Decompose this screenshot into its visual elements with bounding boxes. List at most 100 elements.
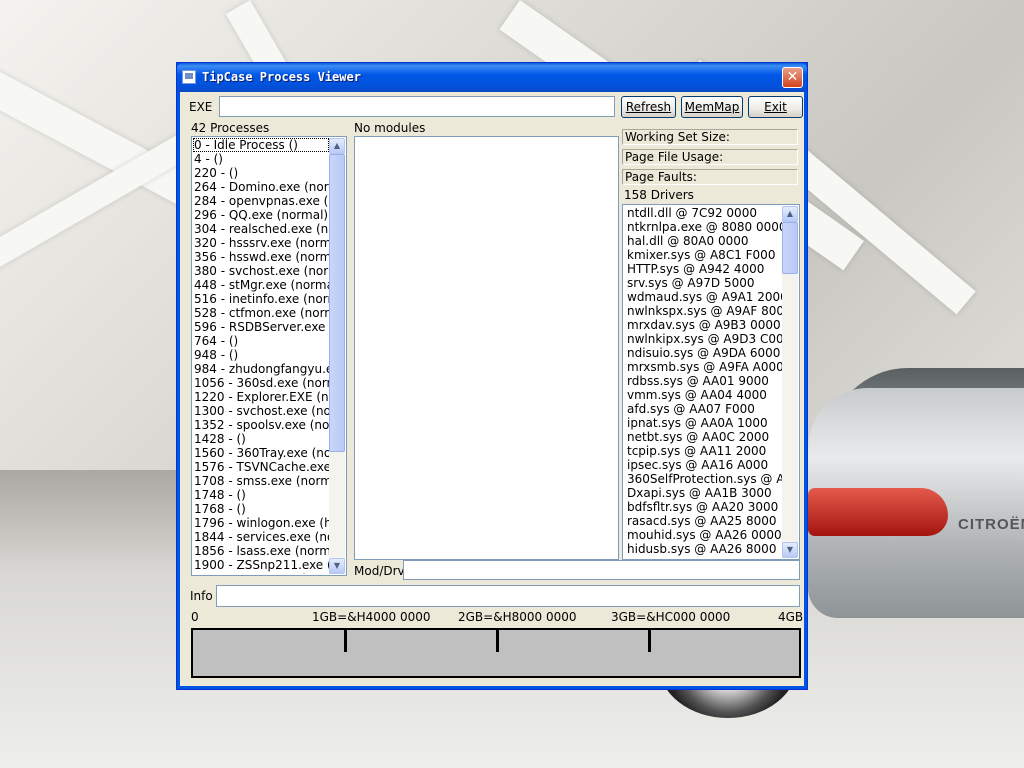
driver-list-item[interactable]: bdfsfltr.sys @ AA20 3000	[626, 500, 782, 514]
process-list-item[interactable]: 220 - ()	[193, 166, 329, 180]
drivers-list[interactable]: ntdll.dll @ 7C92 0000 ntkrnlpa.exe @ 8080…	[622, 204, 800, 560]
modules-header: No modules	[354, 121, 426, 135]
info-label: Info	[190, 589, 213, 603]
scale-label-0: 0	[191, 610, 199, 624]
process-list-item[interactable]: 1056 - 360sd.exe (normal)	[193, 376, 329, 390]
process-list-item[interactable]: 264 - Domino.exe (normal)	[193, 180, 329, 194]
driver-list-item[interactable]: ipnat.sys @ AA0A 1000	[626, 416, 782, 430]
process-list-item[interactable]: 1856 - lsass.exe (normal)	[193, 544, 329, 558]
app-icon	[182, 70, 196, 84]
scroll-up-icon[interactable]: ▲	[782, 206, 798, 222]
driver-list-item[interactable]: vmm.sys @ AA04 4000	[626, 388, 782, 402]
exit-button[interactable]: Exit	[748, 96, 803, 118]
title-bar[interactable]: TipCase Process Viewer ✕	[177, 63, 807, 92]
driver-list-item[interactable]: 360SelfProtection.sys @ AA	[626, 472, 782, 486]
scroll-down-icon[interactable]: ▼	[782, 542, 798, 558]
process-list[interactable]: 0 - Idle Process () 4 - () 220 - () 264 - D…	[191, 136, 347, 576]
driver-list-item[interactable]: ntkrnlpa.exe @ 8080 0000	[626, 220, 782, 234]
drivers-list-scrollbar[interactable]: ▲ ▼	[782, 206, 798, 558]
scale-label-1gb: 1GB=&H4000 0000	[312, 610, 431, 624]
driver-list-item[interactable]: ntdll.dll @ 7C92 0000	[626, 206, 782, 220]
info-field[interactable]	[216, 585, 800, 607]
driver-list-item[interactable]: hidusb.sys @ AA26 8000	[626, 542, 782, 556]
driver-list-item[interactable]: wdmaud.sys @ A9A1 2000	[626, 290, 782, 304]
refresh-button[interactable]: Refresh	[621, 96, 676, 118]
process-list-item[interactable]: 296 - QQ.exe (normal)	[193, 208, 329, 222]
driver-list-item[interactable]: srv.sys @ A97D 5000	[626, 276, 782, 290]
process-list-item[interactable]: 1352 - spoolsv.exe (normal)	[193, 418, 329, 432]
memmap-tick-1gb	[344, 630, 347, 652]
process-list-item[interactable]: 380 - svchost.exe (normal)	[193, 264, 329, 278]
driver-list-item[interactable]: rdbss.sys @ AA01 9000	[626, 374, 782, 388]
scale-label-2gb: 2GB=&H8000 0000	[458, 610, 577, 624]
driver-list-item[interactable]: afd.sys @ AA07 F000	[626, 402, 782, 416]
process-list-item[interactable]: 528 - ctfmon.exe (normal)	[193, 306, 329, 320]
driver-list-item[interactable]: mouhid.sys @ AA26 0000	[626, 528, 782, 542]
process-list-item[interactable]: 1796 - winlogon.exe (high)	[193, 516, 329, 530]
process-list-item[interactable]: 1428 - ()	[193, 432, 329, 446]
drivers-header: 158 Drivers	[624, 188, 694, 202]
process-list-item[interactable]: 356 - hsswd.exe (normal)	[193, 250, 329, 264]
moddrv-field[interactable]	[403, 560, 800, 580]
process-list-item[interactable]: 1960 - 360rp.exe (normal)	[193, 572, 329, 574]
car-image: CITROËN	[658, 368, 1024, 728]
page-file-usage: Page File Usage:	[622, 149, 798, 165]
process-viewer-window: TipCase Process Viewer ✕ EXE Refresh Mem…	[176, 62, 808, 690]
page-faults: Page Faults:	[622, 169, 798, 185]
process-list-item[interactable]: 320 - hsssrv.exe (normal)	[193, 236, 329, 250]
moddrv-label: Mod/Drv	[354, 564, 405, 578]
driver-list-item[interactable]: ndisuio.sys @ A9DA 6000	[626, 346, 782, 360]
driver-list-item[interactable]: ipsec.sys @ AA16 A000	[626, 458, 782, 472]
process-list-item[interactable]: 596 - RSDBServer.exe (normal)	[193, 320, 329, 334]
scroll-thumb[interactable]	[329, 154, 345, 452]
process-list-item[interactable]: 948 - ()	[193, 348, 329, 362]
working-set-size: Working Set Size:	[622, 129, 798, 145]
exe-field[interactable]	[219, 96, 615, 117]
process-list-item[interactable]: 1708 - smss.exe (normal)	[193, 474, 329, 488]
driver-list-item[interactable]: tcpip.sys @ AA11 2000	[626, 444, 782, 458]
close-icon: ✕	[786, 69, 799, 85]
driver-list-item[interactable]: netbt.sys @ AA0C 2000	[626, 430, 782, 444]
process-list-item[interactable]: 1220 - Explorer.EXE (normal)	[193, 390, 329, 404]
process-list-item[interactable]: 304 - realsched.exe (normal)	[193, 222, 329, 236]
driver-list-item[interactable]: hal.dll @ 80A0 0000	[626, 234, 782, 248]
processes-header: 42 Processes	[191, 121, 270, 135]
scale-label-3gb: 3GB=&HC000 0000	[611, 610, 731, 624]
process-list-item[interactable]: 1560 - 360Tray.exe (normal)	[193, 446, 329, 460]
driver-list-item[interactable]: nwlnkspx.sys @ A9AF 8000	[626, 304, 782, 318]
process-list-item[interactable]: 1576 - TSVNCache.exe (normal)	[193, 460, 329, 474]
process-list-item[interactable]: 1844 - services.exe (normal)	[193, 530, 329, 544]
window-title: TipCase Process Viewer	[202, 70, 361, 84]
process-list-item[interactable]: 1300 - svchost.exe (normal)	[193, 404, 329, 418]
scroll-thumb[interactable]	[782, 222, 798, 274]
scale-label-4gb: 4GB	[778, 610, 804, 624]
process-list-item[interactable]: 448 - stMgr.exe (normal)	[193, 278, 329, 292]
process-list-item[interactable]: 4 - ()	[193, 152, 329, 166]
driver-list-item[interactable]: rasacd.sys @ AA25 8000	[626, 514, 782, 528]
memmap-tick-3gb	[648, 630, 651, 652]
process-list-item[interactable]: 516 - inetinfo.exe (normal)	[193, 292, 329, 306]
scroll-up-icon[interactable]: ▲	[329, 138, 345, 154]
driver-list-item[interactable]: HTTP.sys @ A942 4000	[626, 262, 782, 276]
modules-list[interactable]	[354, 136, 619, 560]
process-list-scrollbar[interactable]: ▲ ▼	[329, 138, 345, 574]
memmap-tick-2gb	[496, 630, 499, 652]
process-list-item[interactable]: 764 - ()	[193, 334, 329, 348]
client-area: EXE Refresh MemMap Exit 42 Processes No …	[181, 92, 803, 686]
memmap-button[interactable]: MemMap	[681, 96, 743, 118]
exe-label: EXE	[189, 100, 213, 114]
process-list-item[interactable]: 0 - Idle Process ()	[193, 138, 329, 152]
driver-list-item[interactable]: mrxsmb.sys @ A9FA A000	[626, 360, 782, 374]
close-button[interactable]: ✕	[782, 67, 803, 88]
scroll-down-icon[interactable]: ▼	[329, 558, 345, 574]
memory-map[interactable]	[191, 628, 801, 678]
driver-list-item[interactable]: nwlnkipx.sys @ A9D3 C000	[626, 332, 782, 346]
process-list-item[interactable]: 1768 - ()	[193, 502, 329, 516]
process-list-item[interactable]: 1900 - ZSSnp211.exe (normal)	[193, 558, 329, 572]
driver-list-item[interactable]: Dxapi.sys @ AA1B 3000	[626, 486, 782, 500]
driver-list-item[interactable]: kmixer.sys @ A8C1 F000	[626, 248, 782, 262]
process-list-item[interactable]: 984 - zhudongfangyu.exe	[193, 362, 329, 376]
process-list-item[interactable]: 284 - openvpnas.exe (normal)	[193, 194, 329, 208]
process-list-item[interactable]: 1748 - ()	[193, 488, 329, 502]
driver-list-item[interactable]: mrxdav.sys @ A9B3 0000	[626, 318, 782, 332]
